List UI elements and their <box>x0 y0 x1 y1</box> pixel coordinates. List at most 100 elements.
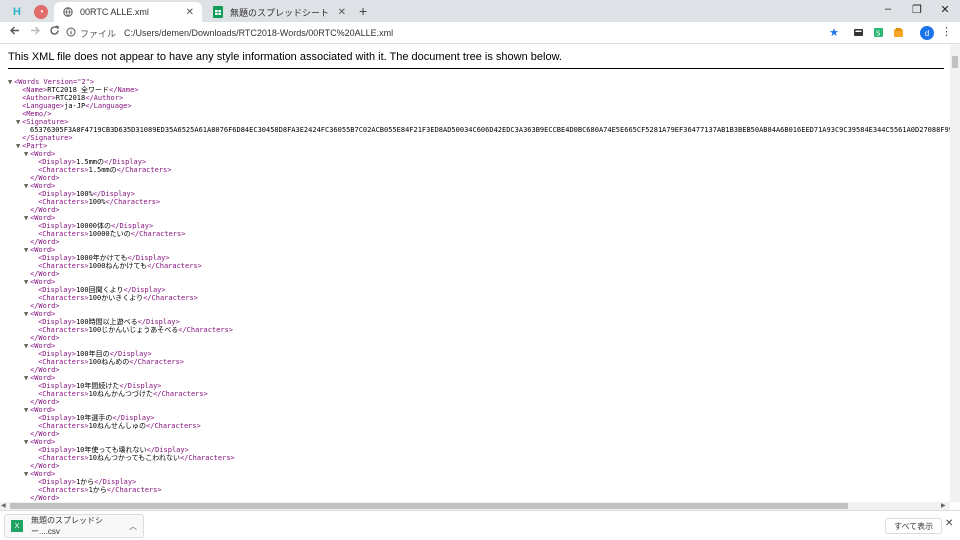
xml-open-tag: <Display> <box>38 190 76 198</box>
xml-line: <Display>10年使っても壊れない</Display> <box>8 446 950 454</box>
maximize-button[interactable]: ❐ <box>909 3 925 16</box>
xml-close-tag: </Language> <box>85 102 132 110</box>
vertical-scrollbar[interactable] <box>950 44 960 502</box>
show-all-button[interactable]: すべて表示 <box>885 518 943 534</box>
xml-open-tag: <Word> <box>30 342 56 350</box>
xml-open-tag: <Words Version="2"> <box>14 78 95 86</box>
tab-spreadsheet[interactable]: 無題のスプレッドシート - Google スプ ✕ <box>204 2 354 22</box>
xml-open-tag: <Characters> <box>38 422 89 430</box>
xml-line[interactable]: ▼ <Word> <box>8 310 950 318</box>
bookmark-star-icon[interactable]: ★ <box>827 25 841 39</box>
xml-open-tag: </Word> <box>30 206 60 214</box>
xml-text: 100時間以上遊べる <box>75 318 138 326</box>
extension-3-icon[interactable] <box>891 25 905 39</box>
xml-open-tag: </Word> <box>30 462 60 470</box>
xml-line[interactable]: ▼ <Word> <box>8 438 950 446</box>
close-icon[interactable]: ✕ <box>338 7 346 18</box>
scroll-right-icon[interactable]: ▶ <box>941 502 946 509</box>
xml-open-tag: <Name> <box>22 86 48 94</box>
xml-line: <Display>100年目の</Display> <box>8 350 950 358</box>
toolbar: ファイル C:/Users/demen/Downloads/RTC2018-Wo… <box>0 22 960 44</box>
xml-close-tag: </Characters> <box>105 198 161 206</box>
xml-line[interactable]: ▼ <Word> <box>8 182 950 190</box>
xml-open-tag: <Display> <box>38 318 76 326</box>
xml-open-tag: <Language> <box>22 102 65 110</box>
horizontal-scrollbar[interactable]: ◀ ▶ <box>0 502 950 510</box>
extension-1-icon[interactable] <box>851 25 865 39</box>
extension-2-icon[interactable]: S <box>871 25 885 39</box>
xml-text: 10000たいの <box>88 230 131 238</box>
xml-close-tag: </Characters> <box>129 358 185 366</box>
globe-icon <box>62 6 74 18</box>
close-icon[interactable]: ✕ <box>186 7 194 18</box>
chevron-up-icon[interactable]: ︿ <box>129 521 137 532</box>
scroll-thumb[interactable] <box>952 56 958 68</box>
xml-text: 1.5mmの <box>88 166 117 174</box>
xml-open-tag: <Display> <box>38 222 76 230</box>
xml-line[interactable]: ▼ <Word> <box>8 278 950 286</box>
xml-line: </Word> <box>8 334 950 342</box>
xml-line: <Display>1から</Display> <box>8 478 950 486</box>
xml-line[interactable]: ▼ <Word> <box>8 246 950 254</box>
more-menu-icon[interactable]: ⋮ <box>941 25 952 38</box>
xml-line[interactable]: ▼ <Word> <box>8 470 950 478</box>
xml-viewer: This XML file does not appear to have an… <box>0 44 950 502</box>
xml-close-tag: </Display> <box>109 350 152 358</box>
xml-close-tag: </Display> <box>111 222 154 230</box>
xml-text: 1000ねんかけても <box>88 262 148 270</box>
xml-line: </Word> <box>8 270 950 278</box>
tab-title: 00RTC ALLE.xml <box>80 7 149 17</box>
xml-close-tag: </Display> <box>92 190 135 198</box>
close-download-bar-button[interactable]: ✕ <box>945 518 953 529</box>
xml-close-tag: </Display> <box>146 446 189 454</box>
xml-open-tag: <Characters> <box>38 390 89 398</box>
xml-line: <Display>100回聞くより</Display> <box>8 286 950 294</box>
back-button[interactable] <box>6 25 22 39</box>
scroll-thumb[interactable] <box>10 503 848 509</box>
xml-close-tag: </Display> <box>94 478 137 486</box>
tab-xml[interactable]: 00RTC ALLE.xml ✕ <box>54 2 202 22</box>
download-item[interactable]: X 無題のスプレッドシー....csv ︿ <box>4 514 144 538</box>
xml-text: 1.5mmの <box>75 158 105 166</box>
xml-line[interactable]: ▼ <Word> <box>8 150 950 158</box>
address-bar[interactable]: ファイル C:/Users/demen/Downloads/RTC2018-Wo… <box>66 25 846 41</box>
xml-close-tag: </Characters> <box>147 262 202 270</box>
xml-open-tag: <Characters> <box>38 326 89 334</box>
xml-line[interactable]: ▼ <Word> <box>8 406 950 414</box>
xml-open-tag: <Word> <box>30 246 56 254</box>
xml-open-tag: <Word> <box>30 150 56 158</box>
avatar[interactable]: d <box>920 26 934 40</box>
close-window-button[interactable]: ✕ <box>937 3 953 16</box>
xml-line[interactable]: ▼ <Word> <box>8 214 950 222</box>
xml-line: <Characters>100じかんいじょうあそべる</Characters> <box>8 326 950 334</box>
xml-close-tag: </Characters> <box>116 166 172 174</box>
scroll-left-icon[interactable]: ◀ <box>1 502 6 509</box>
new-tab-button[interactable]: + <box>359 3 367 19</box>
xml-line[interactable]: ▼ <Words Version="2"> <box>8 78 950 86</box>
xml-line[interactable]: ▼ <Part> <box>8 142 950 150</box>
minimize-button[interactable]: – <box>880 3 896 15</box>
xml-open-tag: <Characters> <box>38 262 89 270</box>
pinned-tab-1[interactable]: H <box>6 2 28 22</box>
xml-line[interactable]: ▼ <Signature> <box>8 118 950 126</box>
browser-window: H ◔ 00RTC ALLE.xml ✕ 無題のスプレッドシート - Googl… <box>0 0 960 540</box>
xml-text: 1000年かけても <box>75 254 128 262</box>
xml-open-tag: <Word> <box>30 214 56 222</box>
xml-text: 10ねんかんつづけた <box>88 390 154 398</box>
xml-close-tag: </Characters> <box>178 326 234 334</box>
xml-line[interactable]: ▼ <Word> <box>8 374 950 382</box>
xml-open-tag: <Characters> <box>38 166 89 174</box>
xml-line: <Display>10年間続けた</Display> <box>8 382 950 390</box>
xml-line: <Display>100%</Display> <box>8 190 950 198</box>
xml-line[interactable]: ▼ <Word> <box>8 342 950 350</box>
xml-line: <Memo/> <box>8 110 950 118</box>
forward-button[interactable] <box>27 25 43 39</box>
xml-open-tag: <Characters> <box>38 294 89 302</box>
reload-button[interactable] <box>46 25 62 39</box>
xml-text: 1から <box>88 486 107 494</box>
xml-close-tag: </Characters> <box>146 422 201 430</box>
xml-close-tag: </Characters> <box>106 486 162 494</box>
xml-line: </Word> <box>8 494 950 502</box>
pinned-tab-2[interactable]: ◔ <box>30 2 52 22</box>
xml-open-tag: <Word> <box>30 182 56 190</box>
